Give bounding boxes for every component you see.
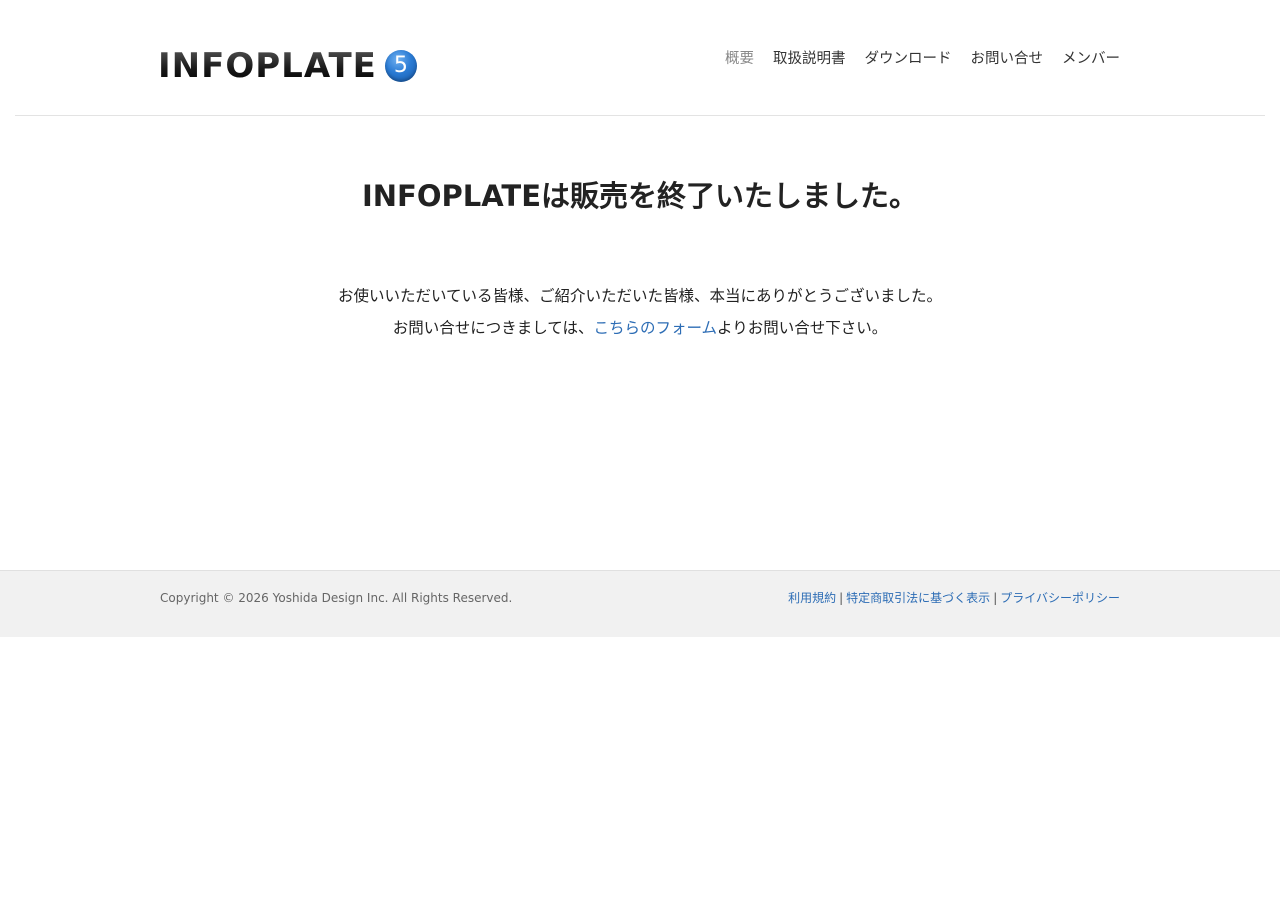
main-nav: 概要 取扱説明書 ダウンロード お問い合せ メンバー [706,48,1120,70]
logo-link[interactable]: INFOPLATE 5 [158,46,417,86]
footer-link-terms[interactable]: 利用規約 [788,591,836,605]
nav-item-manual[interactable]: 取扱説明書 [773,48,846,70]
closing-message: お使いいただいている皆様、ご紹介いただいた皆様、本当にありがとうございました。 … [0,280,1280,344]
page: INFOPLATE 5 概要 取扱説明書 ダウンロード お問い合せ メンバー I… [0,0,1280,900]
footer-link-privacy[interactable]: プライバシーポリシー [1000,591,1120,605]
copyright-text: Copyright © 2026 Yoshida Design Inc. All… [160,591,513,605]
footer-separator: | [993,591,998,605]
footer-link-commerce-act[interactable]: 特定商取引法に基づく表示 [846,591,990,605]
footer-separator: | [839,591,844,605]
logo-version-badge: 5 [384,50,417,82]
page-title: INFOPLATEは販売を終了いたしました。 [361,179,919,213]
contact-line-suffix: よりお問い合せ下さい。 [717,319,888,337]
thanks-line: お使いいただいている皆様、ご紹介いただいた皆様、本当にありがとうございました。 [337,287,943,305]
nav-item-overview[interactable]: 概要 [725,48,754,70]
footer-links: 利用規約 | 特定商取引法に基づく表示 | プライバシーポリシー [788,590,1120,606]
header-divider [15,115,1265,116]
contact-form-link[interactable]: こちらのフォーム [593,319,717,337]
contact-line: お問い合せにつきましては、こちらのフォームよりお問い合せ下さい。 [0,312,1280,344]
site-header: INFOPLATE 5 概要 取扱説明書 ダウンロード お問い合せ メンバー [0,0,1280,116]
nav-item-download[interactable]: ダウンロード [865,48,952,70]
site-footer: Copyright © 2026 Yoshida Design Inc. All… [0,570,1280,637]
logo-text: INFOPLATE [158,46,377,86]
nav-item-members[interactable]: メンバー [1062,48,1120,70]
contact-line-prefix: お問い合せにつきましては、 [392,319,594,337]
nav-item-contact[interactable]: お問い合せ [971,48,1044,70]
